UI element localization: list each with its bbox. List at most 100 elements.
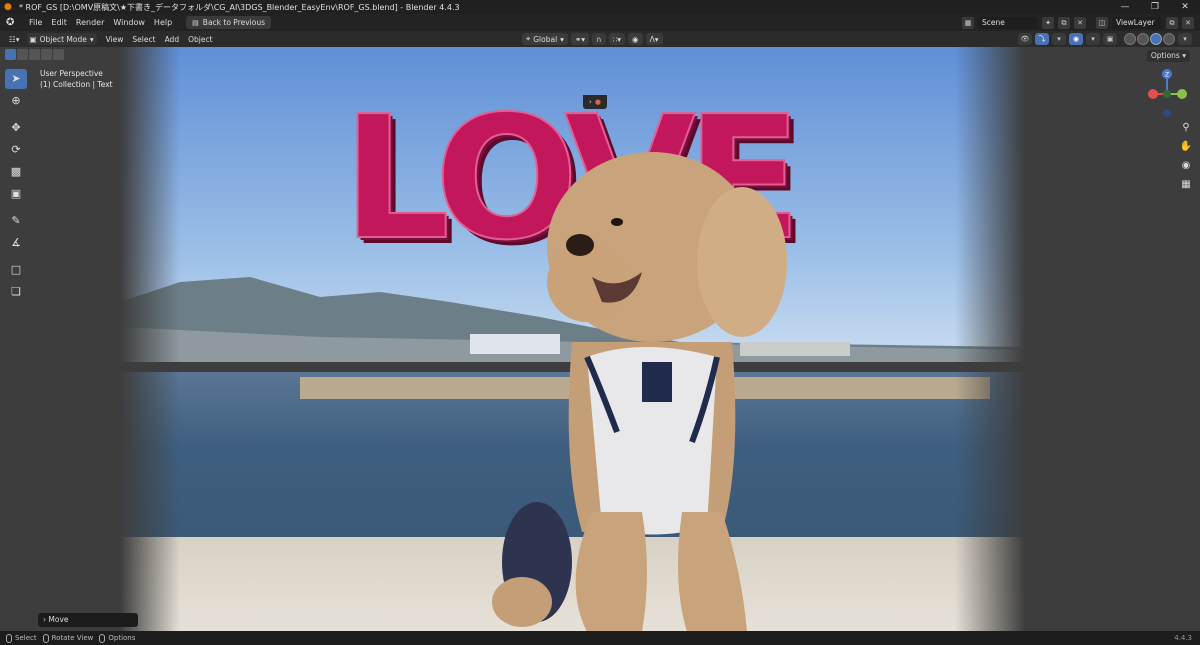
maximize-button[interactable]: ❐ bbox=[1140, 0, 1170, 14]
overlay-toggle-icon[interactable]: ◉ bbox=[1069, 33, 1083, 45]
menu-object[interactable]: Object bbox=[188, 35, 212, 44]
viewlayer-selector[interactable]: ViewLayer bbox=[1112, 16, 1162, 29]
snap-toggle[interactable]: ∩ bbox=[592, 33, 606, 45]
blender-logo-icon[interactable]: ✪ bbox=[6, 17, 20, 28]
delete-scene-icon[interactable]: ✕ bbox=[1074, 16, 1086, 29]
mode-selector[interactable]: ▣ Object Mode ▾ bbox=[26, 33, 97, 45]
menu-select[interactable]: Select bbox=[132, 35, 155, 44]
chevron-right-icon: › bbox=[589, 98, 592, 106]
viewport-info-overlay: User Perspective (1) Collection | Text bbox=[40, 68, 113, 90]
chevron-right-icon: › bbox=[43, 615, 46, 624]
sidebar-toggle[interactable]: › ● bbox=[583, 95, 607, 109]
editor-type-icon: ☷▾ bbox=[9, 34, 20, 44]
menu-file[interactable]: File bbox=[29, 18, 42, 27]
menu-render[interactable]: Render bbox=[76, 18, 104, 27]
gizmo-options-icon[interactable]: ▾ bbox=[1052, 33, 1066, 45]
transform-tool[interactable]: ▣ bbox=[5, 184, 27, 204]
collection-path: (1) Collection | Text bbox=[40, 80, 113, 89]
scene-icon[interactable]: ▦ bbox=[962, 16, 974, 29]
editor-type-button[interactable]: ☷▾ bbox=[6, 33, 23, 45]
scale-tool[interactable]: ▩ bbox=[5, 162, 27, 182]
chevron-down-icon: ▾ bbox=[1182, 51, 1186, 60]
rendered-shading-icon[interactable] bbox=[1163, 33, 1175, 45]
object-mode-icon: ▣ bbox=[29, 34, 37, 44]
menu-add[interactable]: Add bbox=[165, 35, 180, 44]
gizmo-y-axis[interactable] bbox=[1177, 89, 1187, 99]
close-button[interactable]: ✕ bbox=[1170, 0, 1200, 14]
pivot-selector[interactable]: ⚭▾ bbox=[570, 33, 589, 45]
snap-icon: ∷▾ bbox=[612, 34, 622, 44]
select-new-icon[interactable] bbox=[5, 49, 16, 60]
add-object-icon: ❏ bbox=[11, 285, 21, 298]
window-controls: — ❐ ✕ bbox=[1110, 0, 1200, 14]
new-viewlayer-icon[interactable]: ⧉ bbox=[1166, 16, 1178, 29]
color-picker-icon: ● bbox=[594, 98, 601, 106]
proportional-icon: ◉ bbox=[632, 34, 639, 44]
back-to-previous-button[interactable]: ▤ Back to Previous bbox=[186, 16, 271, 29]
viewport-header: ☷▾ ▣ Object Mode ▾ View Select Add Objec… bbox=[0, 31, 1200, 47]
visibility-icon[interactable]: 👁 bbox=[1018, 33, 1032, 45]
viewport-display-tools: 👁 ⤵ ▾ ◉ ▾ ▣ ▾ bbox=[1018, 33, 1192, 45]
select-invert-icon[interactable] bbox=[41, 49, 52, 60]
falloff-icon: Λ▾ bbox=[649, 34, 659, 44]
menu-help[interactable]: Help bbox=[154, 18, 172, 27]
select-intersect-icon[interactable] bbox=[53, 49, 64, 60]
last-operator-label: Move bbox=[48, 615, 69, 624]
status-rotate: Rotate View bbox=[42, 633, 93, 643]
new-scene-icon[interactable]: ⧉ bbox=[1058, 16, 1070, 29]
minimize-button[interactable]: — bbox=[1110, 0, 1140, 14]
pan-button[interactable]: ✋ bbox=[1178, 139, 1194, 155]
measure-tool[interactable]: ∡ bbox=[5, 233, 27, 253]
delete-viewlayer-icon[interactable]: ✕ bbox=[1182, 16, 1194, 29]
select-box-tool[interactable]: ➤ bbox=[5, 69, 27, 89]
blender-version: 4.4.3 bbox=[1174, 634, 1192, 642]
viewport-nav-buttons: ⚲ ✋ ◉ ▦ bbox=[1178, 120, 1194, 193]
annotate-tool[interactable]: ✎ bbox=[5, 211, 27, 231]
add-cube-icon: □ bbox=[10, 263, 22, 276]
splat-edge-left bbox=[120, 47, 180, 631]
snap-target-selector[interactable]: ∷▾ bbox=[608, 33, 626, 45]
status-select-label: Select bbox=[15, 634, 37, 642]
falloff-selector[interactable]: Λ▾ bbox=[645, 33, 663, 45]
splat-edge-right bbox=[955, 47, 1025, 631]
viewport-options-button[interactable]: Options ▾ bbox=[1146, 50, 1190, 62]
gizmo-toggle-icon[interactable]: ⤵ bbox=[1035, 33, 1049, 45]
add-cube-tool[interactable]: □ bbox=[5, 260, 27, 280]
orientation-selector[interactable]: ⌖ Global ▾ bbox=[522, 33, 568, 45]
last-operator-panel[interactable]: › Move bbox=[38, 613, 138, 627]
scene-selector[interactable]: Scene bbox=[978, 16, 1038, 29]
add-object-tool[interactable]: ❏ bbox=[5, 282, 27, 302]
transform-icon: ▣ bbox=[10, 187, 22, 200]
select-extend-icon[interactable] bbox=[17, 49, 28, 60]
cursor-tool[interactable]: ⊕ bbox=[5, 91, 27, 111]
menu-view[interactable]: View bbox=[106, 35, 124, 44]
camera-view-button[interactable]: ◉ bbox=[1178, 158, 1194, 174]
material-shading-icon[interactable] bbox=[1150, 33, 1162, 45]
select-subtract-icon[interactable] bbox=[29, 49, 40, 60]
shading-options-icon[interactable]: ▾ bbox=[1178, 33, 1192, 45]
proportional-edit-toggle[interactable]: ◉ bbox=[628, 33, 643, 45]
move-icon: ✥ bbox=[11, 121, 21, 134]
rotate-tool[interactable]: ⟳ bbox=[5, 140, 27, 160]
menu-edit[interactable]: Edit bbox=[51, 18, 67, 27]
navigation-gizmo[interactable]: Z bbox=[1146, 68, 1188, 118]
gizmo-neg-z[interactable] bbox=[1163, 109, 1171, 117]
chevron-down-icon: ▾ bbox=[560, 34, 564, 44]
back-to-previous-label: Back to Previous bbox=[202, 18, 265, 27]
zoom-button[interactable]: ⚲ bbox=[1178, 120, 1194, 136]
overlay-options-icon[interactable]: ▾ bbox=[1086, 33, 1100, 45]
menu-window[interactable]: Window bbox=[113, 18, 145, 27]
viewlayer-icon[interactable]: ◫ bbox=[1096, 16, 1108, 29]
wireframe-shading-icon[interactable] bbox=[1124, 33, 1136, 45]
move-tool[interactable]: ✥ bbox=[5, 118, 27, 138]
perspective-toggle-button[interactable]: ▦ bbox=[1178, 177, 1194, 193]
xray-toggle-icon[interactable]: ▣ bbox=[1103, 33, 1117, 45]
gizmo-x-axis[interactable] bbox=[1148, 89, 1158, 99]
status-bar: Select Rotate View Options 4.4.3 bbox=[0, 631, 1200, 645]
solid-shading-icon[interactable] bbox=[1137, 33, 1149, 45]
3d-viewport[interactable]: LOVE › ● bbox=[0, 47, 1200, 631]
dog-figure bbox=[492, 152, 787, 631]
ruler-icon: ∡ bbox=[11, 236, 21, 249]
pin-icon[interactable]: ✦ bbox=[1042, 16, 1054, 29]
window-title: * ROF_GS [D:\OMV原稿文\★下書き_データフォルダ\CG_AI\3… bbox=[19, 2, 460, 12]
